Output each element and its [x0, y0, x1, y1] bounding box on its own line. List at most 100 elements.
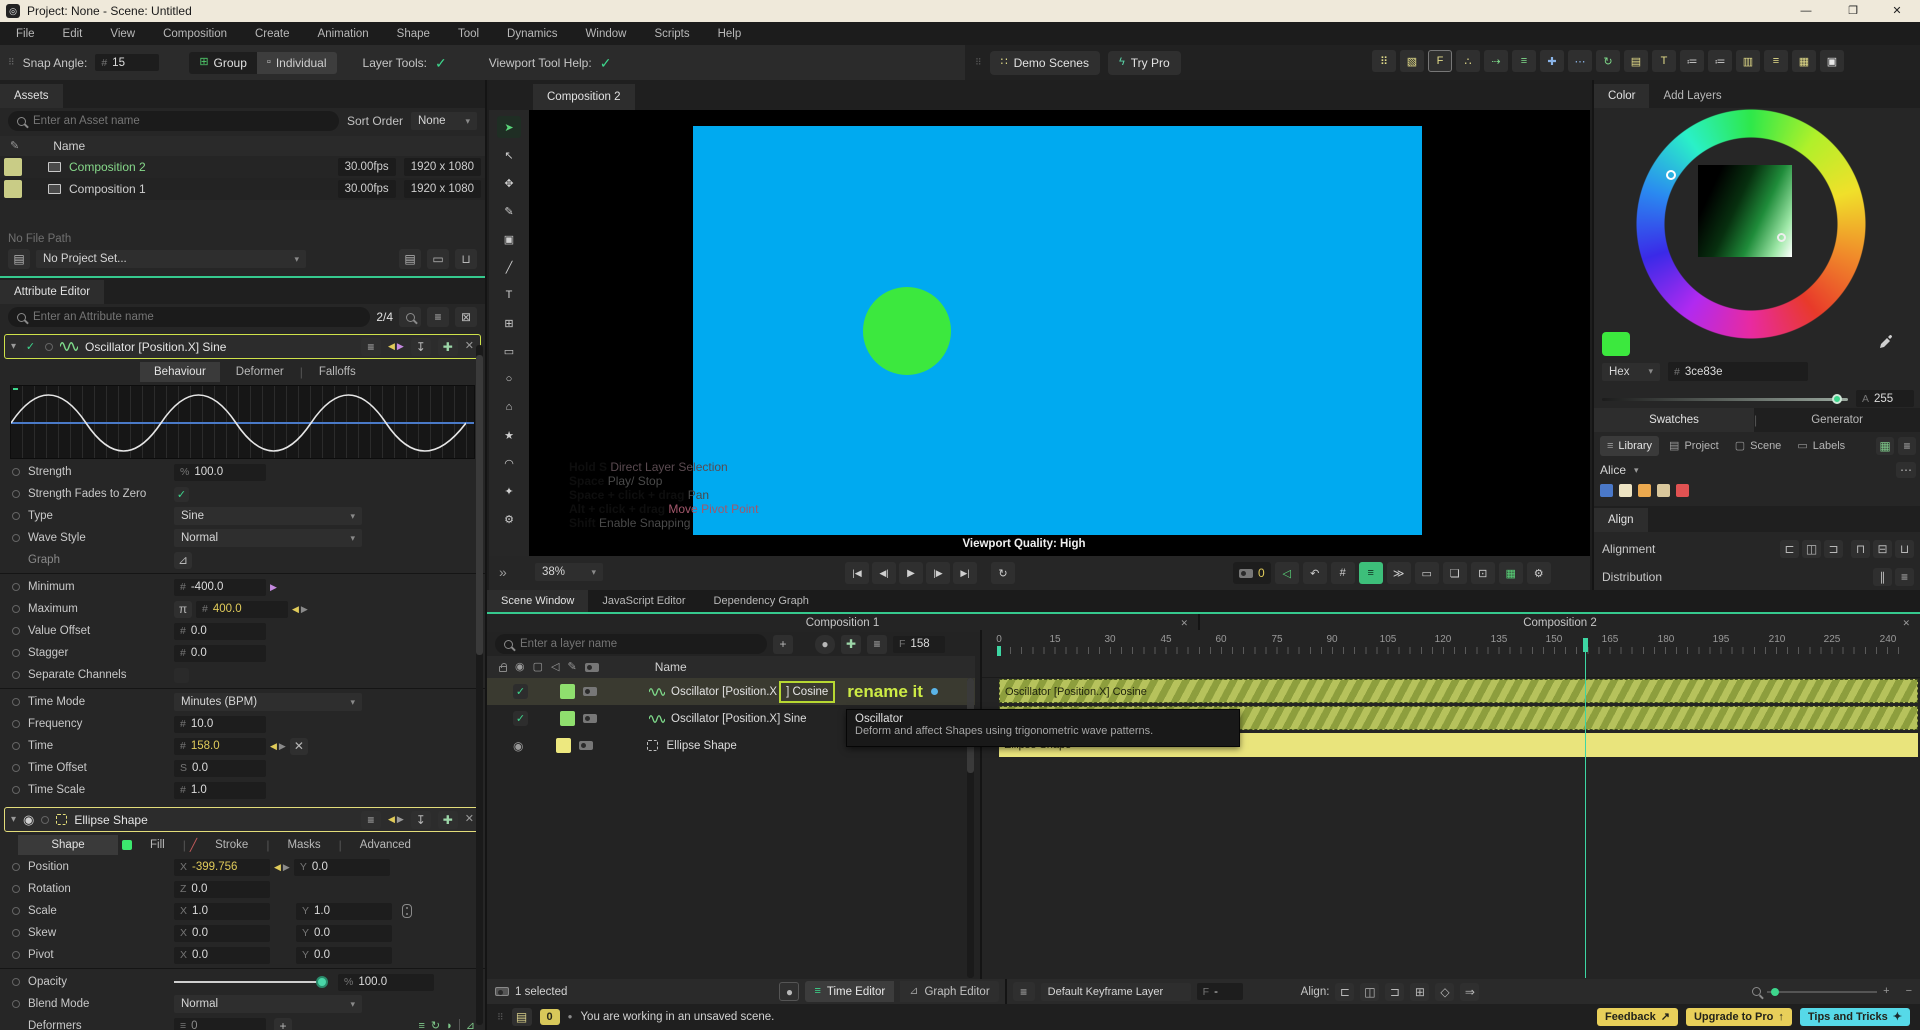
- collapse-chevron-icon[interactable]: ▾: [11, 814, 16, 825]
- scene-window-tab[interactable]: Scene Window: [487, 590, 589, 612]
- time-mode-select[interactable]: Minutes (BPM) ▾: [174, 693, 362, 711]
- menu-shape[interactable]: Shape: [383, 22, 444, 45]
- keyframe-circle[interactable]: [12, 627, 20, 635]
- swatches-tab[interactable]: Swatches: [1594, 408, 1754, 432]
- upgrade-to-pro-button[interactable]: Upgrade to Pro ↑: [1685, 1008, 1792, 1026]
- hex-field[interactable]: #3ce83e: [1668, 362, 1808, 381]
- keyframe-circle[interactable]: [12, 649, 20, 657]
- composition-rect[interactable]: [693, 126, 1422, 535]
- menu-tool[interactable]: Tool: [444, 22, 493, 45]
- audio-icon[interactable]: ◁: [1274, 562, 1299, 584]
- palette-name[interactable]: Alice: [1600, 463, 1626, 477]
- color-tab[interactable]: Color: [1594, 84, 1650, 108]
- align-center-h-icon[interactable]: ◫: [1802, 540, 1821, 558]
- hex-mode-select[interactable]: Hex ▾: [1602, 362, 1660, 381]
- layer-rename-input[interactable]: ] Cosine: [779, 680, 836, 703]
- tool-transform[interactable]: ⊞: [497, 312, 521, 334]
- layer-name[interactable]: Oscillator [Position.X: [671, 686, 777, 698]
- pi-button[interactable]: π: [174, 600, 192, 618]
- tool-pencil[interactable]: ✎: [497, 200, 521, 222]
- timeline-bar-1[interactable]: Oscillator [Position.X] Cosine: [999, 679, 1918, 703]
- tips-and-tricks-button[interactable]: Tips and Tricks ✦: [1799, 1008, 1910, 1026]
- layer-search[interactable]: [495, 634, 767, 654]
- warning-count-badge[interactable]: 0: [539, 1009, 560, 1025]
- ellipse-shape[interactable]: [863, 287, 951, 375]
- javascript-editor-tab[interactable]: JavaScript Editor: [588, 590, 699, 612]
- value-offset-field[interactable]: #0.0: [174, 622, 266, 640]
- opacity-slider[interactable]: [174, 976, 328, 988]
- filter-layers-icon[interactable]: ●: [815, 634, 835, 654]
- palette-swatch[interactable]: [1619, 484, 1632, 497]
- palette-swatch[interactable]: [1676, 484, 1689, 497]
- distribute-v-icon[interactable]: ≡: [1895, 568, 1914, 586]
- palette-swatch[interactable]: [1657, 484, 1670, 497]
- tool-line[interactable]: ╱: [497, 256, 521, 278]
- menu-scripts[interactable]: Scripts: [640, 22, 703, 45]
- visibility-eye-icon[interactable]: ◉: [23, 813, 34, 826]
- menu-animation[interactable]: Animation: [304, 22, 383, 45]
- assets-tab[interactable]: Assets: [0, 84, 63, 108]
- project-set-select[interactable]: No Project Set... ▾: [36, 250, 306, 268]
- grid-view-icon[interactable]: ▦: [1876, 437, 1894, 455]
- scatter-icon[interactable]: ∴: [1456, 50, 1480, 72]
- play-button[interactable]: ▶: [899, 562, 923, 584]
- opacity-field[interactable]: % 100.0: [338, 973, 434, 991]
- deformer-graph-icon[interactable]: ⊿: [466, 1020, 475, 1030]
- dots-h-icon[interactable]: ⋯: [1568, 50, 1592, 72]
- rotation-field[interactable]: Z 0.0: [174, 880, 270, 898]
- keyframe-circle[interactable]: [12, 720, 20, 728]
- grid-dots-icon[interactable]: ⠿: [1372, 50, 1396, 72]
- tab-falloffs[interactable]: Falloffs: [305, 362, 370, 382]
- menu-composition[interactable]: Composition: [149, 22, 241, 45]
- tool-direct-select[interactable]: ↖: [497, 144, 521, 166]
- tab-shape[interactable]: Shape: [18, 835, 118, 855]
- frame-field[interactable]: F 158: [893, 635, 945, 653]
- asset-color-swatch[interactable]: [4, 180, 22, 198]
- scale-x-field[interactable]: X 1.0: [174, 902, 270, 920]
- solo-circle-icon[interactable]: [45, 342, 54, 351]
- maximize-button[interactable]: ❐: [1833, 5, 1873, 17]
- menu-create[interactable]: Create: [241, 22, 304, 45]
- zoom-slider-handle[interactable]: [1771, 987, 1780, 996]
- deformer-list-icon[interactable]: ≡: [418, 1020, 424, 1030]
- key-diamond-icon[interactable]: ◇: [1435, 982, 1455, 1001]
- tool-grab[interactable]: ✥: [497, 172, 521, 194]
- keyframe-layer-icon[interactable]: ≡: [1012, 982, 1035, 1001]
- text-path-icon[interactable]: T: [1652, 50, 1676, 72]
- ruler-ticks[interactable]: [999, 647, 1905, 654]
- toolbar-drag-handle-2[interactable]: ⠿: [975, 58, 982, 67]
- comp-tab-2[interactable]: Composition 2 ✕: [1200, 617, 1920, 629]
- onion-skin-counter[interactable]: 0: [1233, 562, 1271, 584]
- add-connection-icon[interactable]: ✚: [437, 810, 458, 829]
- behaviour-enabled-checkbox[interactable]: ✓: [513, 684, 528, 699]
- add-list-icon[interactable]: ≡: [427, 307, 449, 327]
- keyframe-circle[interactable]: [12, 863, 20, 871]
- tab-masks[interactable]: Masks: [273, 835, 334, 855]
- alpha-slider[interactable]: [1602, 393, 1848, 405]
- console-icon[interactable]: ▤: [511, 1008, 532, 1026]
- menu-help[interactable]: Help: [704, 22, 756, 45]
- attribute-search[interactable]: [8, 307, 371, 327]
- tab-deformer[interactable]: Deformer: [222, 362, 298, 382]
- position-x-field[interactable]: X -399.756: [174, 858, 270, 876]
- close-attribute-icon[interactable]: ✕: [465, 814, 474, 825]
- guides-icon[interactable]: ≡: [1358, 562, 1383, 584]
- palette-swatch[interactable]: [1600, 484, 1613, 497]
- layer-search-input[interactable]: [520, 638, 758, 650]
- box-3d-icon[interactable]: ▧: [1400, 50, 1424, 72]
- stagger-down-icon[interactable]: ≔: [1708, 50, 1732, 72]
- deformers-field[interactable]: ≡ 0: [174, 1017, 266, 1030]
- connection-arrow-icon[interactable]: ▶: [270, 582, 277, 592]
- scene-tab[interactable]: ▢ Scene: [1729, 436, 1788, 456]
- keyframe-circle[interactable]: [12, 978, 20, 986]
- graph-editor-button[interactable]: ⊿ Graph Editor: [900, 981, 999, 1002]
- transparency-icon[interactable]: ▦: [1498, 562, 1523, 584]
- asset-search[interactable]: [8, 111, 339, 131]
- layer-cam-toggle[interactable]: [583, 714, 597, 723]
- playhead-line[interactable]: [1585, 638, 1586, 978]
- grid-cells-icon[interactable]: ▦: [1792, 50, 1816, 72]
- wave-style-select[interactable]: Normal ▾: [174, 529, 362, 547]
- separate-channels-checkbox[interactable]: [174, 667, 189, 683]
- motion-path-icon[interactable]: ↶: [1302, 562, 1327, 584]
- front-back-icon[interactable]: ⊡: [1470, 562, 1495, 584]
